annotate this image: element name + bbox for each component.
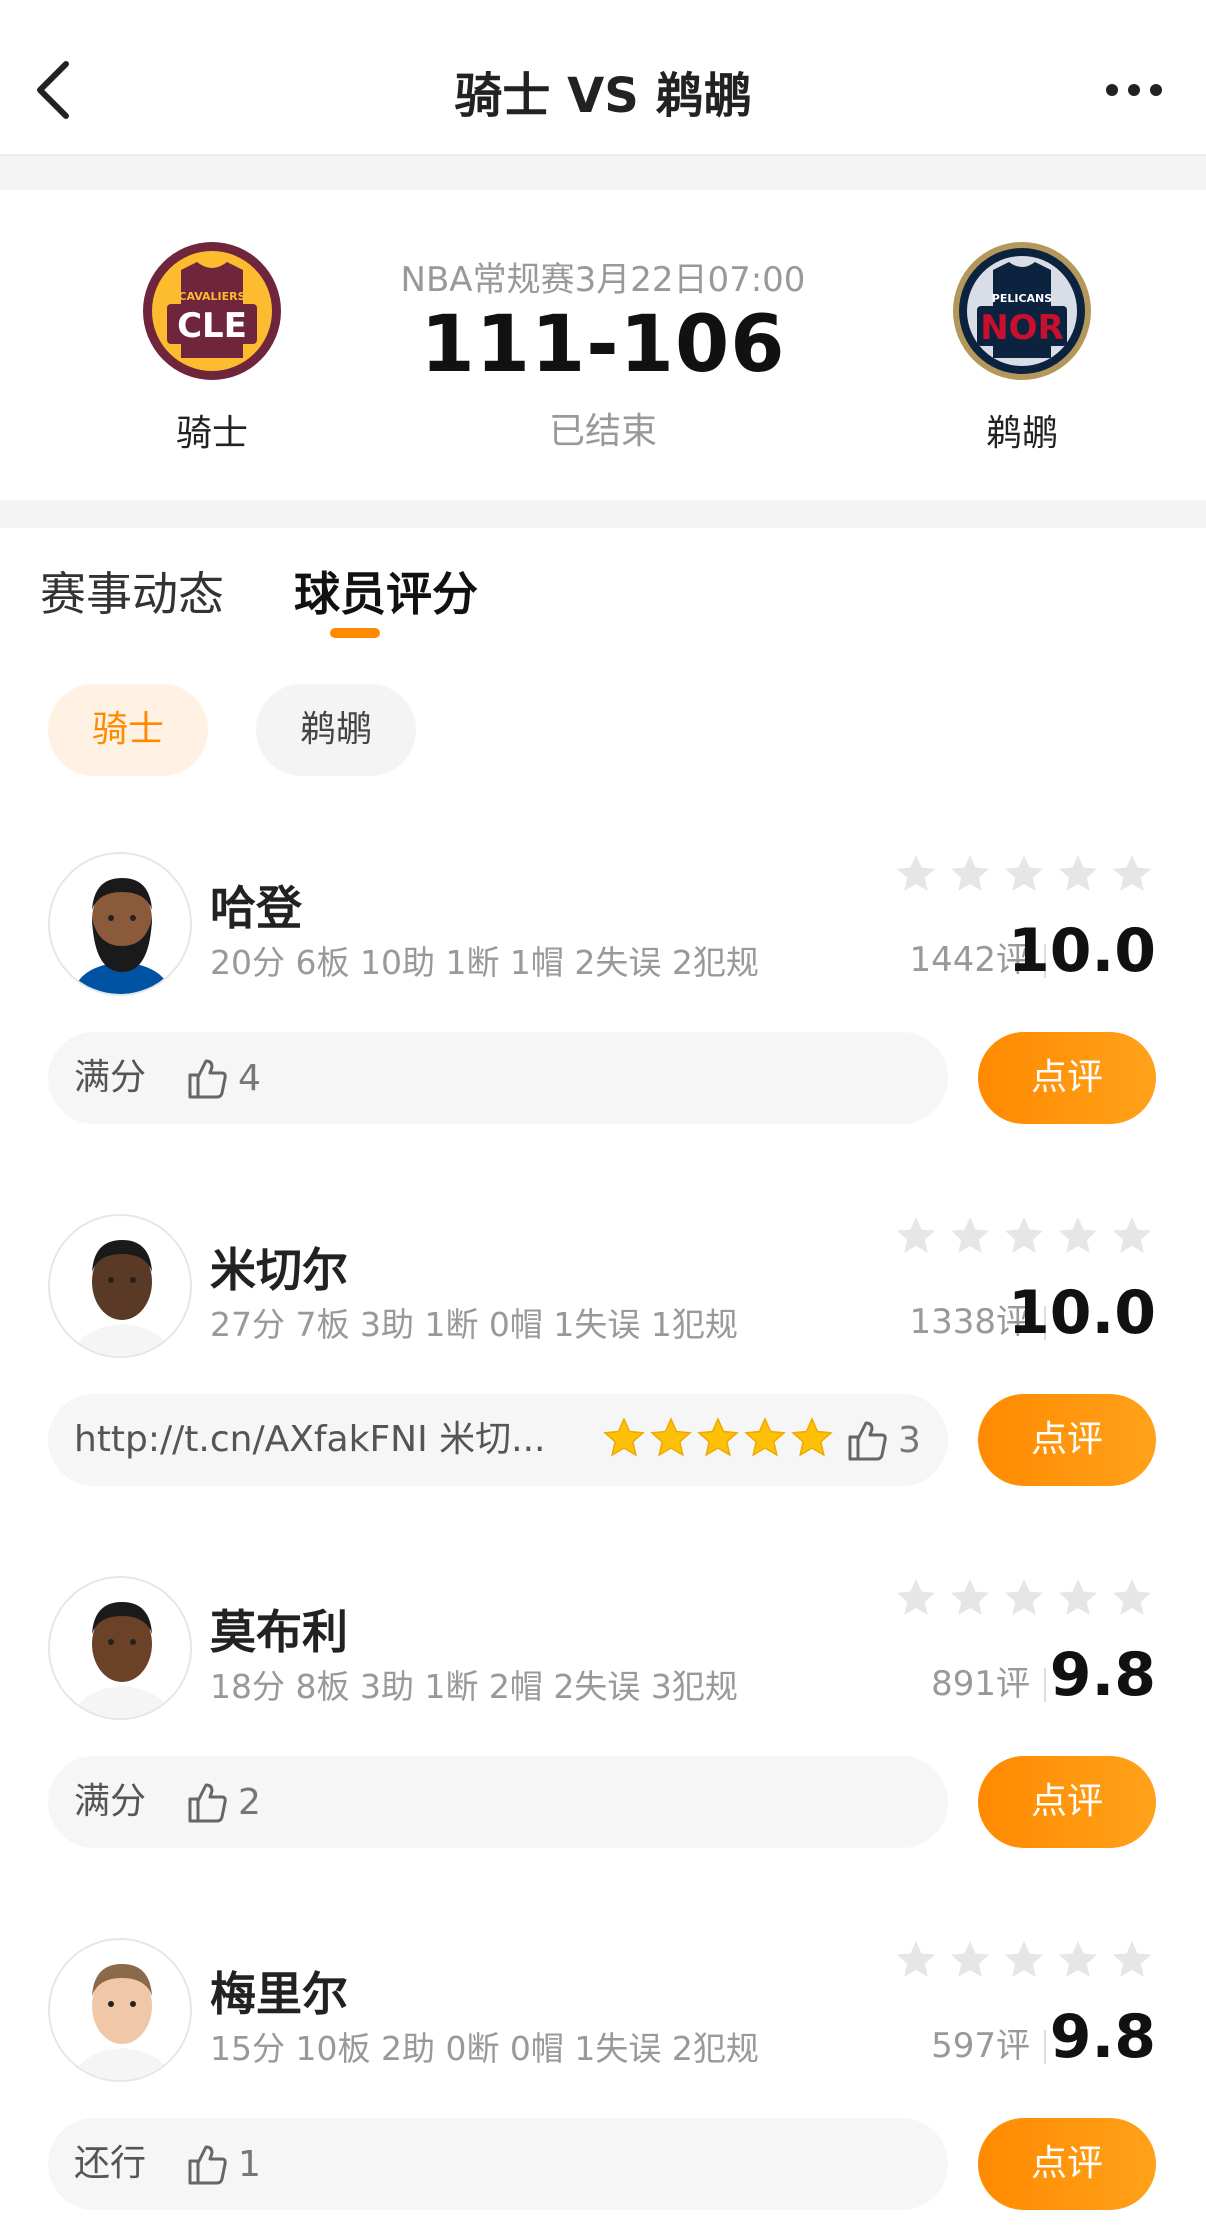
away-team[interactable]: PELICANS NOR 鹈鹕: [912, 240, 1132, 456]
like-count: 4: [238, 1057, 261, 1099]
star-icon[interactable]: [1110, 1214, 1154, 1258]
star-icon[interactable]: [1056, 852, 1100, 896]
star-icon[interactable]: [1002, 852, 1046, 896]
rating-stars[interactable]: [884, 1576, 1154, 1622]
review-button[interactable]: 点评: [978, 1394, 1156, 1486]
thumbs-up-icon[interactable]: [184, 1779, 230, 1825]
player-rating: 9.8: [1049, 2002, 1156, 2072]
top-comment[interactable]: 还行 1: [48, 2118, 948, 2210]
star-filled-icon: [791, 1417, 833, 1457]
star-icon[interactable]: [1110, 1938, 1154, 1982]
star-icon[interactable]: [894, 1938, 938, 1982]
star-filled-icon: [650, 1417, 692, 1457]
star-icon[interactable]: [1110, 852, 1154, 896]
review-button[interactable]: 点评: [978, 2118, 1156, 2210]
like-button[interactable]: 3: [844, 1394, 921, 1486]
player-name[interactable]: 米切尔: [210, 1234, 348, 1300]
player-stats: 20分 6板 10助 1断 1帽 2失误 2犯规: [210, 943, 759, 982]
comment-text: 满分: [74, 1781, 147, 1822]
top-comment[interactable]: 满分 2: [48, 1756, 948, 1848]
player-row[interactable]: 莫布利 18分 8板 3助 1断 2帽 2失误 3犯规 891评 9.8 满分 2 点…: [0, 1576, 1206, 1916]
filter-chip-home[interactable]: 骑士: [48, 684, 208, 776]
player-rating: 10.0: [1007, 916, 1156, 986]
comment-text: http://t.cn/AXfakFNI 米切...: [74, 1419, 546, 1460]
player-row[interactable]: 米切尔 27分 7板 3助 1断 0帽 1失误 1犯规 1338评 10.0 http…: [0, 1214, 1206, 1554]
filter-chip-away[interactable]: 鹈鹕: [256, 684, 416, 776]
like-button[interactable]: 1: [184, 2118, 261, 2210]
star-icon[interactable]: [948, 852, 992, 896]
rating-count: 597评: [931, 2026, 1030, 2066]
like-count: 3: [898, 1419, 921, 1461]
player-avatar[interactable]: [48, 852, 192, 996]
rating-stars[interactable]: [884, 1214, 1154, 1260]
player-name[interactable]: 梅里尔: [210, 1958, 348, 2024]
comment-stars: [602, 1416, 837, 1464]
star-icon[interactable]: [1056, 1938, 1100, 1982]
score-card: CAVALIERS CLE 骑士 NBA常规赛3月22日07:00 111-10…: [0, 190, 1206, 500]
away-logo-top: PELICANS: [992, 292, 1052, 305]
nav-bar: 骑士 VS 鹈鹕: [0, 0, 1206, 156]
star-icon[interactable]: [894, 1576, 938, 1620]
like-count: 2: [238, 1781, 261, 1823]
ratings-panel: 赛事动态 球员评分 骑士 鹈鹕 哈登 20分 6板 10助 1断 1帽 2失误 2…: [0, 528, 1206, 2226]
like-button[interactable]: 4: [184, 1032, 261, 1124]
star-icon[interactable]: [948, 1214, 992, 1258]
like-count: 1: [238, 2143, 261, 2185]
player-stats: 27分 7板 3助 1断 0帽 1失误 1犯规: [210, 1305, 738, 1344]
player-stats: 18分 8板 3助 1断 2帽 2失误 3犯规: [210, 1667, 738, 1706]
star-icon[interactable]: [948, 1938, 992, 1982]
more-icon[interactable]: [1104, 80, 1164, 100]
star-filled-icon: [744, 1417, 786, 1457]
star-icon[interactable]: [894, 852, 938, 896]
player-rating: 9.8: [1049, 1640, 1156, 1710]
player-row[interactable]: 梅里尔 15分 10板 2助 0断 0帽 1失误 2犯规 597评 9.8 还行 1 …: [0, 1938, 1206, 2226]
star-filled-icon: [697, 1417, 739, 1457]
player-rating: 10.0: [1007, 1278, 1156, 1348]
player-stats: 15分 10板 2助 0断 0帽 1失误 2犯规: [210, 2029, 759, 2068]
thumbs-up-icon[interactable]: [184, 2141, 230, 2187]
rating-stars[interactable]: [884, 852, 1154, 898]
star-icon[interactable]: [948, 1576, 992, 1620]
star-icon[interactable]: [1056, 1214, 1100, 1258]
player-row[interactable]: 哈登 20分 6板 10助 1断 1帽 2失误 2犯规 1442评 10.0 满分 4…: [0, 852, 1206, 1192]
player-name[interactable]: 莫布利: [210, 1596, 348, 1662]
tab-events[interactable]: 赛事动态: [40, 558, 224, 624]
star-icon[interactable]: [894, 1214, 938, 1258]
review-button[interactable]: 点评: [978, 1032, 1156, 1124]
player-avatar[interactable]: [48, 1214, 192, 1358]
divider: [1044, 1668, 1046, 1702]
top-comment[interactable]: 满分 4: [48, 1032, 948, 1124]
comment-text: 满分: [74, 1057, 147, 1098]
star-icon[interactable]: [1002, 1938, 1046, 1982]
top-comment[interactable]: http://t.cn/AXfakFNI 米切... 3: [48, 1394, 948, 1486]
divider: [1044, 2030, 1046, 2064]
away-logo-text: NOR: [980, 308, 1064, 348]
star-icon[interactable]: [1056, 1576, 1100, 1620]
like-button[interactable]: 2: [184, 1756, 261, 1848]
rating-count: 891评: [931, 1664, 1030, 1704]
active-tab-indicator: [330, 628, 380, 638]
star-filled-icon: [603, 1417, 645, 1457]
thumbs-up-icon[interactable]: [844, 1417, 890, 1463]
star-icon[interactable]: [1002, 1576, 1046, 1620]
star-icon[interactable]: [1110, 1576, 1154, 1620]
star-icon[interactable]: [1002, 1214, 1046, 1258]
away-team-name: 鹈鹕: [985, 413, 1058, 454]
review-button[interactable]: 点评: [978, 1756, 1156, 1848]
player-name[interactable]: 哈登: [210, 872, 302, 938]
tab-ratings[interactable]: 球员评分: [294, 558, 478, 624]
player-avatar[interactable]: [48, 1938, 192, 2082]
page-title: 骑士 VS 鹈鹕: [454, 68, 752, 124]
player-avatar[interactable]: [48, 1576, 192, 1720]
pelicans-logo: PELICANS NOR: [953, 242, 1091, 380]
thumbs-up-icon[interactable]: [184, 1055, 230, 1101]
rating-stars[interactable]: [884, 1938, 1154, 1984]
comment-text: 还行: [74, 2143, 147, 2184]
